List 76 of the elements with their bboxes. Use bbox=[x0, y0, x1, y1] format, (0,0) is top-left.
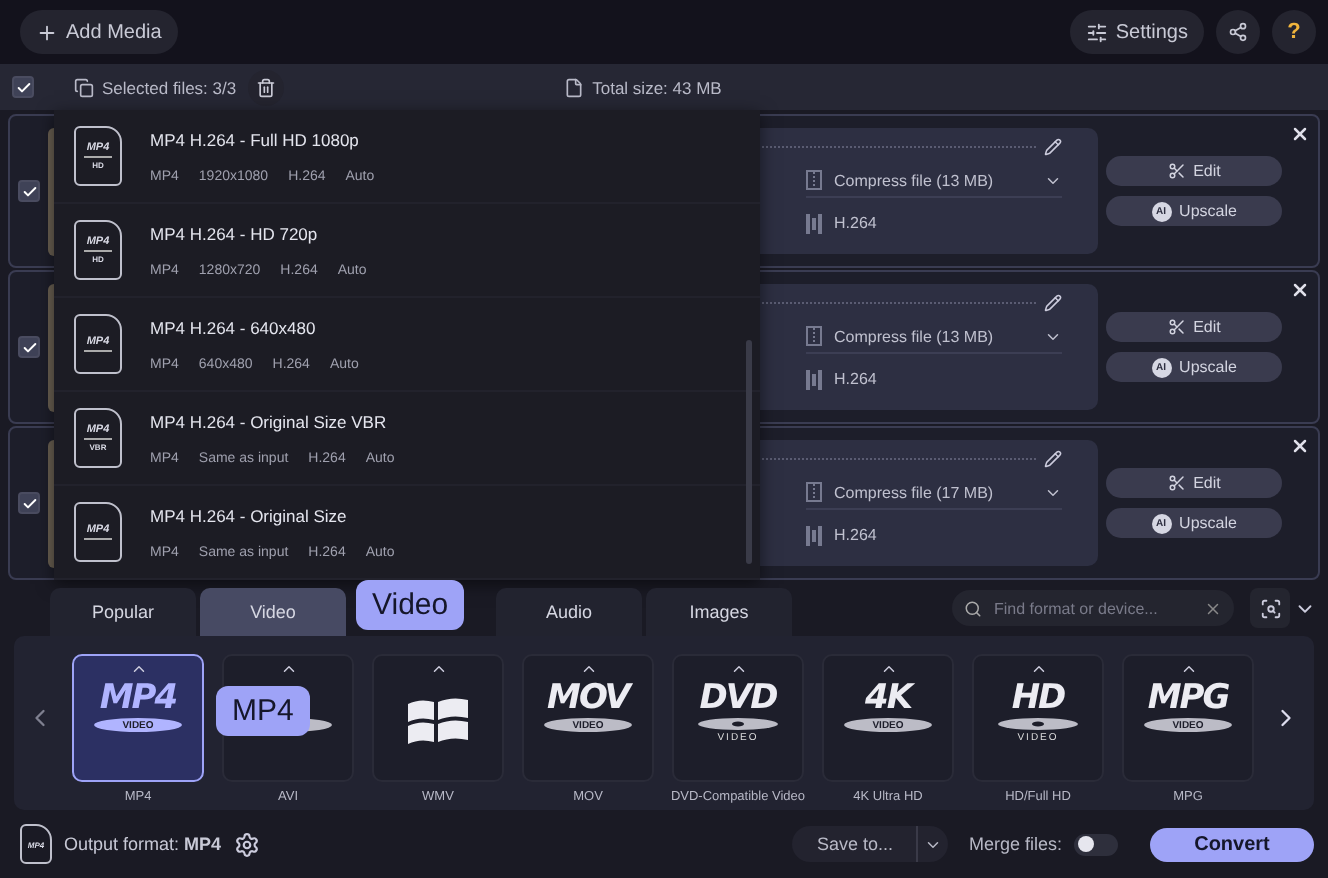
format-tooltip: MP4 bbox=[216, 686, 310, 736]
pencil-icon[interactable] bbox=[1044, 294, 1062, 312]
search-field[interactable]: Find format or device... bbox=[952, 590, 1234, 626]
disc-icon bbox=[998, 718, 1078, 730]
format-tab[interactable]: Images bbox=[646, 588, 792, 636]
files-icon bbox=[74, 77, 94, 97]
compress-dropdown[interactable]: Compress file (17 MB) bbox=[806, 476, 1062, 510]
select-all-checkbox[interactable] bbox=[12, 76, 34, 98]
scissors-icon bbox=[1167, 162, 1186, 180]
file-icon bbox=[564, 77, 585, 97]
share-button[interactable] bbox=[1216, 10, 1260, 54]
format-tab[interactable]: Video bbox=[200, 588, 346, 636]
search-input[interactable]: Find format or device... bbox=[990, 597, 1196, 619]
compress-icon bbox=[806, 326, 822, 346]
close-button[interactable] bbox=[1290, 124, 1310, 144]
format-tile[interactable] bbox=[372, 654, 504, 782]
compress-icon bbox=[806, 482, 822, 502]
format-logo-text: DVD bbox=[699, 680, 777, 716]
edit-button[interactable]: Edit bbox=[1106, 156, 1282, 186]
trash-icon bbox=[256, 77, 277, 97]
tab-tooltip: Video bbox=[356, 580, 465, 630]
edit-button[interactable]: Edit bbox=[1106, 468, 1282, 498]
merge-files-label: Merge files: bbox=[968, 834, 1062, 854]
close-button[interactable] bbox=[1290, 280, 1310, 300]
scissors-icon bbox=[1167, 474, 1186, 492]
file-checkbox[interactable] bbox=[18, 492, 40, 514]
share-icon bbox=[1228, 22, 1248, 42]
edit-button[interactable]: Edit bbox=[1106, 312, 1282, 342]
film-icon bbox=[806, 213, 822, 233]
film-icon bbox=[806, 369, 822, 389]
pencil-icon[interactable] bbox=[1044, 450, 1062, 468]
expand-icon bbox=[729, 660, 747, 678]
compress-dropdown[interactable]: Compress file (13 MB) bbox=[806, 320, 1062, 354]
close-button[interactable] bbox=[1290, 436, 1310, 456]
pencil-icon[interactable] bbox=[1044, 138, 1062, 156]
sliders-icon bbox=[1085, 21, 1108, 43]
save-to-button[interactable]: Save to... bbox=[792, 826, 917, 862]
plus-icon bbox=[36, 21, 58, 43]
disc-icon bbox=[698, 718, 778, 730]
format-tab[interactable]: Popular bbox=[50, 588, 196, 636]
search-icon bbox=[964, 599, 982, 617]
compress-icon bbox=[806, 170, 822, 190]
add-media-button[interactable]: Add Media bbox=[20, 10, 178, 54]
device-search-icon bbox=[1259, 597, 1281, 619]
expand-icon bbox=[879, 660, 897, 678]
selected-files-text: Selected files: 3/3 bbox=[102, 77, 237, 97]
expand-icon bbox=[1179, 660, 1197, 678]
codec-field: H.264 bbox=[806, 518, 1062, 552]
file-checkbox[interactable] bbox=[18, 336, 40, 358]
output-format-text: Output format: MP4 bbox=[64, 834, 222, 854]
help-button[interactable]: ? bbox=[1272, 10, 1316, 54]
codec-field: H.264 bbox=[806, 362, 1062, 396]
device-search-button[interactable] bbox=[1250, 588, 1290, 628]
format-logo-text: 4K bbox=[864, 680, 911, 716]
total-size-text: Total size: 43 MB bbox=[592, 77, 722, 97]
format-logo-text: MOV bbox=[547, 680, 629, 716]
delete-button[interactable] bbox=[248, 69, 285, 105]
settings-icon[interactable] bbox=[233, 831, 260, 857]
expand-icon bbox=[129, 660, 147, 678]
scissors-icon bbox=[1167, 318, 1186, 336]
expand-icon bbox=[1029, 660, 1047, 678]
compress-dropdown[interactable]: Compress file (13 MB) bbox=[806, 164, 1062, 198]
expand-icon bbox=[579, 660, 597, 678]
film-icon bbox=[806, 525, 822, 545]
expand-icon bbox=[429, 660, 447, 678]
format-logo-text: MP4 bbox=[99, 680, 177, 716]
merge-toggle[interactable] bbox=[1074, 833, 1118, 855]
clear-icon[interactable] bbox=[1204, 599, 1222, 617]
codec-field: H.264 bbox=[806, 206, 1062, 240]
file-checkbox[interactable] bbox=[18, 180, 40, 202]
format-tab[interactable]: Audio bbox=[496, 588, 642, 636]
format-logo-text: MPG bbox=[1147, 680, 1229, 716]
expand-icon bbox=[279, 660, 297, 678]
format-logo-text: HD bbox=[1011, 680, 1065, 716]
convert-button[interactable]: Convert bbox=[1150, 827, 1314, 861]
settings-button[interactable]: Settings bbox=[1069, 10, 1204, 54]
